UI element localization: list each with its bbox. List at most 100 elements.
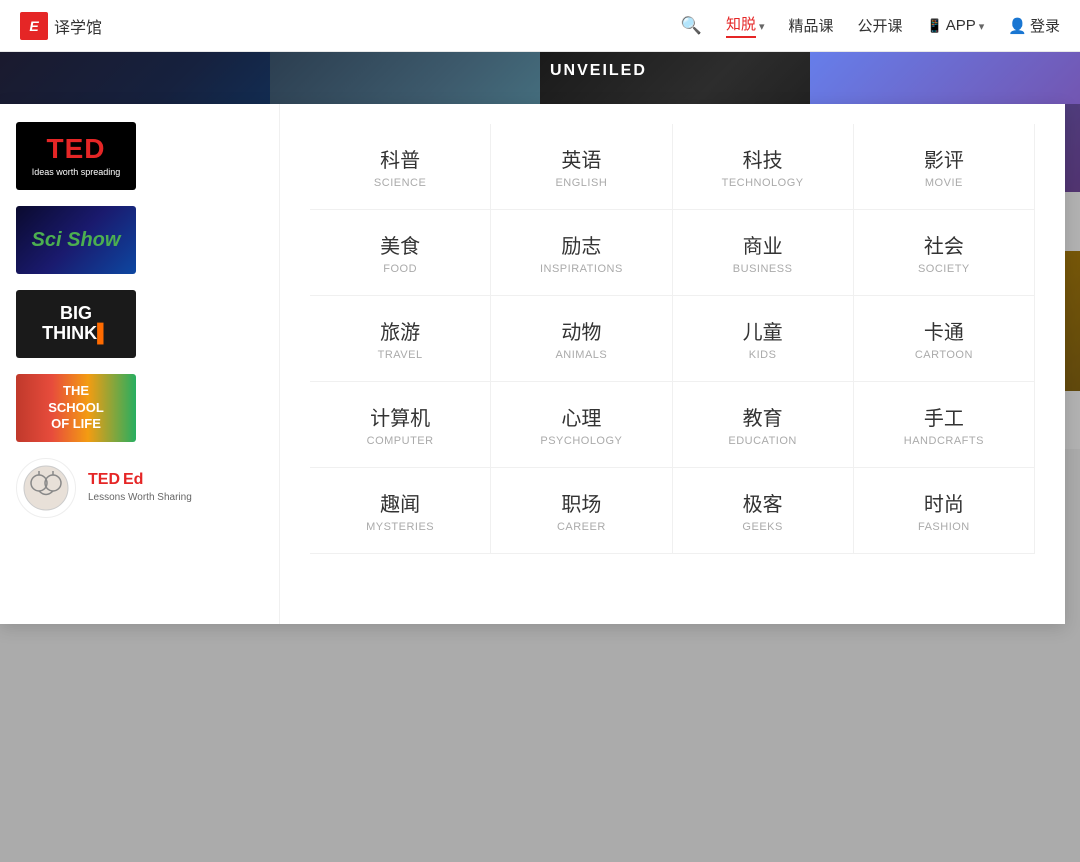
category-item-fashion[interactable]: 时尚 FASHION <box>854 468 1035 554</box>
channel-list: TED Ideas worth spreading Sci Show BIGTH… <box>0 104 280 624</box>
category-item-technology[interactable]: 科技 TECHNOLOGY <box>673 124 854 210</box>
category-zh-6: 商业 <box>743 230 783 259</box>
nav-app-label[interactable]: APP <box>946 17 976 34</box>
category-zh-1: 英语 <box>561 144 601 173</box>
category-zh-5: 励志 <box>561 230 601 259</box>
category-item-movie[interactable]: 影评 MOVIE <box>854 124 1035 210</box>
category-zh-0: 科普 <box>380 144 420 173</box>
category-en-12: COMPUTER <box>367 435 434 447</box>
category-item-career[interactable]: 职场 CAREER <box>491 468 672 554</box>
teded-ed-part: Ed <box>123 471 143 489</box>
category-en-17: CAREER <box>557 521 606 533</box>
category-item-handcrafts[interactable]: 手工 HANDCRAFTS <box>854 382 1035 468</box>
channel-item-bigthink[interactable]: BIGTHINK▌ <box>0 282 279 366</box>
search-icon[interactable]: 🔍 <box>681 16 702 36</box>
category-zh-7: 社会 <box>924 230 964 259</box>
category-item-english[interactable]: 英语 ENGLISH <box>491 124 672 210</box>
category-zh-17: 职场 <box>561 488 601 517</box>
category-en-1: ENGLISH <box>555 177 607 189</box>
ted-tagline: Ideas worth spreading <box>32 167 121 179</box>
category-item-geeks[interactable]: 极客 GEEKS <box>673 468 854 554</box>
category-item-cartoon[interactable]: 卡通 CARTOON <box>854 296 1035 382</box>
channel-item-scishow[interactable]: Sci Show <box>0 198 279 282</box>
category-zh-12: 计算机 <box>370 402 430 431</box>
category-zh-8: 旅游 <box>380 316 420 345</box>
category-zh-4: 美食 <box>380 230 420 259</box>
nav-zhituo[interactable]: 知脱 <box>726 13 765 38</box>
category-en-0: SCIENCE <box>374 177 426 189</box>
category-en-18: GEEKS <box>742 521 782 533</box>
ted-thumbnail: TED Ideas worth spreading <box>16 122 136 190</box>
bigthink-logo-text: BIGTHINK▌ <box>42 304 110 344</box>
category-zh-19: 时尚 <box>924 488 964 517</box>
category-item-society[interactable]: 社会 SOCIETY <box>854 210 1035 296</box>
category-en-14: EDUCATION <box>728 435 796 447</box>
category-item-food[interactable]: 美食 FOOD <box>310 210 491 296</box>
category-item-mysteries[interactable]: 趣闻 MYSTERIES <box>310 468 491 554</box>
header: E 译学馆 🔍 知脱 精品课 公开课 📱 APP 👤 登录 <box>0 0 1080 52</box>
category-item-education[interactable]: 教育 EDUCATION <box>673 382 854 468</box>
login-button[interactable]: 👤 登录 <box>1008 15 1060 36</box>
phone-icon: 📱 <box>927 18 943 34</box>
category-item-inspirations[interactable]: 励志 INSPIRATIONS <box>491 210 672 296</box>
zhituo-arrow-icon <box>759 17 765 35</box>
teded-sub-label: Lessons Worth Sharing <box>88 491 192 505</box>
channel-item-ted[interactable]: TED Ideas worth spreading <box>0 114 279 198</box>
category-zh-10: 儿童 <box>743 316 783 345</box>
category-grid: 科普 SCIENCE 英语 ENGLISH 科技 TECHNOLOGY 影评 M… <box>280 104 1065 624</box>
category-zh-18: 极客 <box>743 488 783 517</box>
nav-zhituo-label[interactable]: 知脱 <box>726 13 756 38</box>
category-en-10: KIDS <box>749 349 777 361</box>
category-item-travel[interactable]: 旅游 TRAVEL <box>310 296 491 382</box>
category-zh-3: 影评 <box>924 144 964 173</box>
category-en-3: MOVIE <box>925 177 963 189</box>
dropdown-panel: TED Ideas worth spreading Sci Show BIGTH… <box>0 104 1065 624</box>
scishow-logo-text: Sci Show <box>32 229 121 252</box>
category-en-5: INSPIRATIONS <box>540 263 623 275</box>
teded-brain-icon <box>16 458 76 518</box>
category-zh-13: 心理 <box>561 402 601 431</box>
logo-text: 译学馆 <box>54 14 102 38</box>
category-item-psychology[interactable]: 心理 PSYCHOLOGY <box>491 382 672 468</box>
nav-gongkai[interactable]: 公开课 <box>858 15 903 36</box>
category-item-animals[interactable]: 动物 ANIMALS <box>491 296 672 382</box>
category-en-7: SOCIETY <box>918 263 970 275</box>
schooloflife-thumbnail: THESCHOOLOF LIFE <box>16 374 136 442</box>
category-en-8: TRAVEL <box>378 349 423 361</box>
category-zh-11: 卡通 <box>924 316 964 345</box>
category-zh-9: 动物 <box>561 316 601 345</box>
schooloflife-logo-text: THESCHOOLOF LIFE <box>48 383 104 434</box>
category-zh-2: 科技 <box>743 144 783 173</box>
category-en-13: PSYCHOLOGY <box>540 435 622 447</box>
category-zh-14: 教育 <box>743 402 783 431</box>
nav-jingpin[interactable]: 精品课 <box>789 15 834 36</box>
scishow-thumbnail: Sci Show <box>16 206 136 274</box>
teded-info: TED Ed Lessons Worth Sharing <box>88 471 192 505</box>
teded-ted-part: TED <box>88 471 120 489</box>
category-en-19: FASHION <box>918 521 970 533</box>
category-en-4: FOOD <box>383 263 417 275</box>
logo[interactable]: E 译学馆 <box>20 12 102 40</box>
category-item-science[interactable]: 科普 SCIENCE <box>310 124 491 210</box>
header-nav: 🔍 知脱 精品课 公开课 📱 APP 👤 登录 <box>681 13 1060 38</box>
nav-app[interactable]: 📱 APP <box>927 17 985 34</box>
logo-icon: E <box>20 12 48 40</box>
channel-item-teded[interactable]: TED Ed Lessons Worth Sharing <box>0 450 279 526</box>
user-icon: 👤 <box>1008 17 1027 35</box>
category-zh-16: 趣闻 <box>380 488 420 517</box>
channel-item-schooloflife[interactable]: THESCHOOLOF LIFE <box>0 366 279 450</box>
login-label[interactable]: 登录 <box>1030 15 1060 36</box>
category-en-6: BUSINESS <box>733 263 793 275</box>
category-zh-15: 手工 <box>924 402 964 431</box>
category-en-16: MYSTERIES <box>366 521 434 533</box>
category-en-9: ANIMALS <box>555 349 607 361</box>
teded-logo: TED Ed <box>88 471 192 489</box>
category-en-2: TECHNOLOGY <box>722 177 804 189</box>
category-item-kids[interactable]: 儿童 KIDS <box>673 296 854 382</box>
app-arrow-icon <box>979 17 985 34</box>
category-en-11: CARTOON <box>915 349 973 361</box>
category-en-15: HANDCRAFTS <box>904 435 984 447</box>
category-item-business[interactable]: 商业 BUSINESS <box>673 210 854 296</box>
bigthink-thumbnail: BIGTHINK▌ <box>16 290 136 358</box>
category-item-computer[interactable]: 计算机 COMPUTER <box>310 382 491 468</box>
